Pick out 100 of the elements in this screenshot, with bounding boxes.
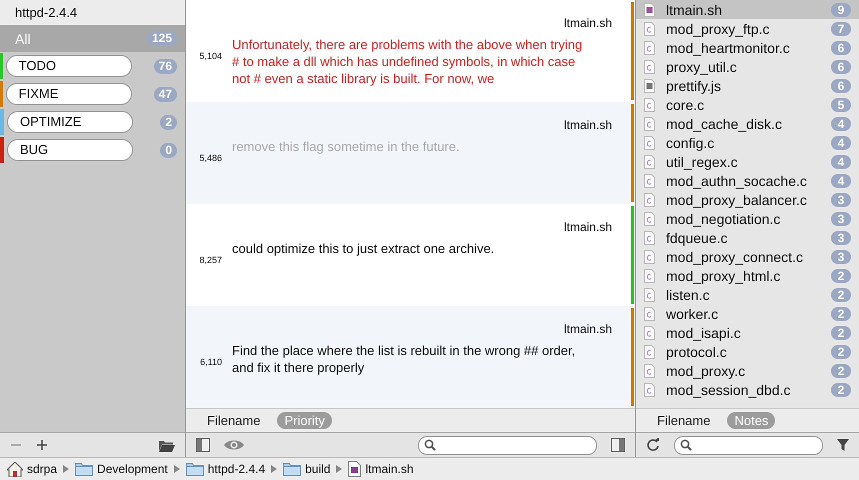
line-number: 6,110 [199,357,222,367]
file-item[interactable]: mod_authn_socache.c 4 [636,171,859,190]
sort-option[interactable]: Filename [200,412,268,429]
path-label: httpd-2.4.4 [208,462,266,476]
count-badge: 47 [154,86,177,102]
file-item[interactable]: prettify.js 6 [636,76,859,95]
file-name: mod_heartmonitor.c [666,40,791,56]
eye-icon[interactable] [224,439,244,451]
file-item[interactable]: fdqueue.c 3 [636,228,859,247]
count-badge: 5 [831,98,851,112]
sort-option[interactable]: Filename [650,412,718,429]
line-number: 5,104 [198,51,222,61]
panel-toggle-icon[interactable] [611,438,625,452]
file-name: mod_proxy_balancer.c [666,192,808,208]
file-item[interactable]: listen.c 2 [636,285,859,304]
file-item[interactable]: worker.c 2 [636,304,859,323]
count-badge: 9 [831,2,851,16]
category-button[interactable]: OPTIMIZE [7,111,133,133]
file-item[interactable]: mod_heartmonitor.c 6 [636,38,859,57]
file-item[interactable]: mod_proxy.c 2 [636,361,859,380]
note-filename: ltmain.sh [564,16,612,30]
file-item[interactable]: mod_proxy_ftp.c 7 [636,19,859,38]
file-name: mod_session_dbd.c [666,382,792,398]
file-name: mod_proxy_ftp.c [666,20,770,36]
note-filename: ltmain.sh [564,118,612,132]
file-name: mod_isapi.c [666,324,742,340]
file-name: util_regex.c [666,154,739,170]
file-name: worker.c [666,306,720,322]
file-item[interactable]: util_regex.c 4 [636,152,859,171]
file-item[interactable]: mod_cache_disk.c 4 [636,114,859,133]
note-filename: ltmain.sh [564,220,612,234]
file-item[interactable]: core.c 5 [636,95,859,114]
separator-arrow-icon [63,465,70,473]
note-text[interactable]: Unfortunately, there are problems with the above when trying # to make a dll which has undefined symbols, in which case not # even a static library is built. For now, we [232,36,612,86]
count-badge: 3 [831,212,851,226]
file-name: config.c [666,134,716,150]
path-label: build [305,462,330,476]
count-badge: 6 [831,78,851,92]
file-name: core.c [666,96,706,112]
count-badge: 2 [831,288,851,302]
category-label: All [15,30,32,46]
filter-icon[interactable] [837,439,849,451]
count-badge: 76 [154,58,177,74]
project-title: httpd-2.4.4 [0,0,185,25]
file-item[interactable]: config.c 4 [636,133,859,152]
count-badge: 4 [831,116,851,130]
count-badge: 2 [831,268,851,282]
file-item[interactable]: protocol.c 2 [636,342,859,361]
search-icon [424,439,436,451]
file-item[interactable]: mod_proxy_html.c 2 [636,266,859,285]
note-text[interactable]: Find the place where the list is rebuilt in the wrong ## order, and fix it there properly [232,342,612,392]
file-name: mod_proxy_html.c [666,268,782,284]
file-name: protocol.c [666,344,728,360]
home-icon [7,462,23,476]
search-field[interactable] [674,436,823,454]
file-item[interactable]: mod_proxy_connect.c 3 [636,247,859,266]
count-badge: 2 [831,306,851,320]
count-badge: 2 [831,326,851,340]
count-badge: 2 [831,364,851,378]
file-item[interactable]: proxy_util.c 6 [636,57,859,76]
file-item[interactable]: mod_session_dbd.c 2 [636,380,859,399]
separator-arrow-icon [174,465,180,473]
folder-icon[interactable] [159,438,175,452]
category-button[interactable]: TODO [6,55,132,77]
search-field[interactable] [418,436,597,454]
note-text[interactable]: could optimize this to just extract one archive. [232,240,612,290]
file-name: mod_cache_disk.c [666,116,783,132]
count-badge: 6 [831,40,851,54]
count-badge: 3 [831,250,851,264]
folder-icon [75,462,94,476]
search-icon [680,439,692,451]
separator-arrow-icon [336,465,342,473]
file-name: listen.c [666,286,711,302]
count-badge: 3 [831,192,851,206]
count-badge: 4 [831,136,851,150]
count-badge: 3 [831,230,851,244]
count-badge: 0 [160,142,177,158]
file-name: mod_authn_socache.c [666,172,808,188]
file-item[interactable]: mod_isapi.c 2 [636,323,859,342]
count-badge: 4 [831,174,851,188]
plus-icon[interactable] [36,439,48,451]
file-icon [348,461,362,477]
file-item[interactable]: mod_proxy_balancer.c 3 [636,190,859,209]
file-item[interactable]: mod_negotiation.c 3 [636,209,859,228]
path-label: sdrpa [27,462,58,476]
file-name: prettify.js [666,78,722,94]
file-name: proxy_util.c [666,58,738,74]
file-name: mod_proxy.c [666,362,746,378]
file-name: mod_negotiation.c [666,210,782,226]
refresh-icon[interactable] [646,438,660,452]
count-badge: 125 [146,31,177,46]
category-button[interactable]: BUG [7,139,133,161]
path-label: ltmain.sh [365,462,414,476]
file-item[interactable]: ltmain.sh 9 [636,0,859,19]
sidebar-toggle-icon[interactable] [196,438,210,452]
folder-icon [186,462,204,476]
file-name: fdqueue.c [666,230,728,246]
category-button[interactable]: FIXME [6,83,132,105]
note-filename: ltmain.sh [564,322,612,336]
folder-icon [283,462,302,476]
